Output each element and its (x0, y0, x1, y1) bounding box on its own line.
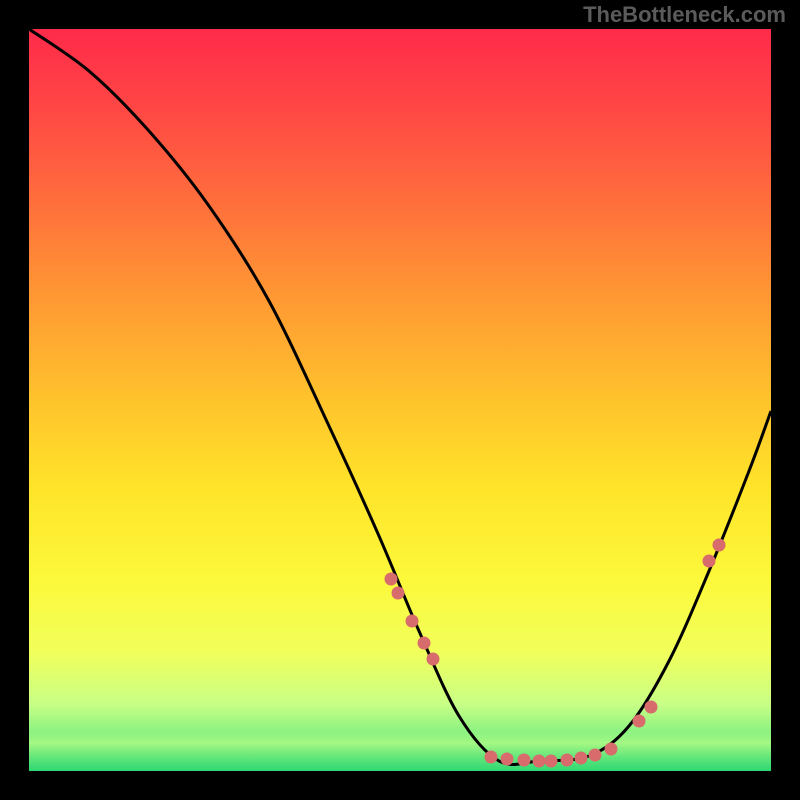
chart-svg (29, 29, 771, 771)
highlight-point (633, 715, 646, 728)
highlight-point (561, 754, 574, 767)
highlight-point (713, 539, 726, 552)
highlight-point (703, 555, 716, 568)
highlight-point (385, 573, 398, 586)
chart-container: TheBottleneck.com (0, 0, 800, 800)
highlight-point (533, 755, 546, 768)
bottleneck-curve (29, 29, 771, 765)
highlight-point (518, 754, 531, 767)
highlight-point (392, 587, 405, 600)
highlight-point (406, 615, 419, 628)
highlight-point (501, 753, 514, 766)
highlight-point (575, 752, 588, 765)
highlight-point (418, 637, 431, 650)
highlight-point (545, 755, 558, 768)
highlight-point (645, 701, 658, 714)
highlight-point (589, 749, 602, 762)
highlight-point (427, 653, 440, 666)
watermark-text: TheBottleneck.com (583, 2, 786, 28)
highlight-point (605, 743, 618, 756)
highlight-point (485, 751, 498, 764)
